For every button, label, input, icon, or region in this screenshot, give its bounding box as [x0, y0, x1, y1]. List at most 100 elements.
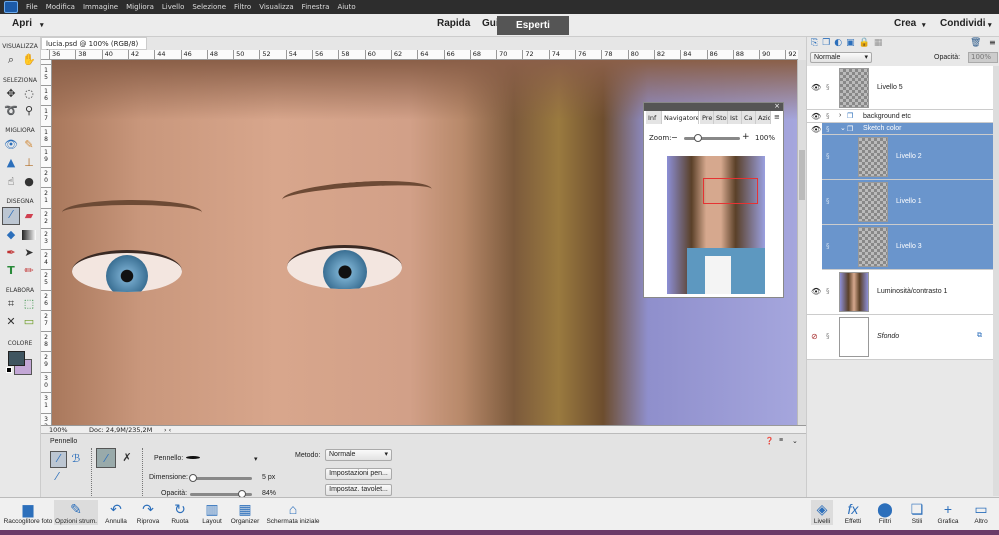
collapse-chevron-icon[interactable]: ⌄ — [840, 124, 846, 132]
blur-tool-icon[interactable]: ● — [22, 175, 36, 189]
panel-menu-icon[interactable]: ≡ — [989, 38, 996, 47]
layers-button[interactable]: ◈ Livelli — [811, 500, 833, 525]
styles-button[interactable]: ❏ Stili — [906, 500, 928, 525]
tab-preset[interactable]: Pre — [700, 111, 714, 124]
open-button[interactable]: Apri — [12, 18, 32, 29]
menu-livello[interactable]: Livello — [162, 3, 184, 11]
tab-info[interactable]: Inf — [646, 111, 662, 124]
help-icon[interactable]: ❓ — [765, 437, 774, 445]
size-slider[interactable] — [189, 474, 252, 482]
clone-stamp-icon[interactable]: ⊥ — [22, 156, 36, 170]
link-icon[interactable]: § — [826, 332, 830, 340]
quick-selection-icon[interactable]: ⚲ — [22, 104, 36, 118]
pen-settings-button[interactable]: Impostazioni pen... — [325, 468, 392, 480]
brush-preset-preview[interactable] — [186, 456, 200, 459]
layer-row-selected[interactable]: § Livello 3 — [822, 225, 993, 270]
move-tool-icon[interactable]: ✥ — [4, 87, 18, 101]
mode-select[interactable]: Normale ▾ — [325, 449, 392, 461]
lasso-tool-icon[interactable]: ➰ — [4, 104, 18, 118]
create-button[interactable]: Crea — [894, 18, 916, 29]
panel-titlebar[interactable]: × — [644, 102, 783, 111]
zoom-slider-knob[interactable] — [694, 134, 702, 142]
photo-bin-button[interactable]: ▆ Raccoglitore foto — [2, 500, 54, 525]
menu-aiuto[interactable]: Aiuto — [337, 3, 355, 11]
red-eye-tool-icon[interactable]: 👁 — [4, 138, 18, 152]
options-menu-icon[interactable]: ≡ — [779, 437, 783, 444]
link-icon[interactable]: § — [826, 197, 830, 205]
brush-dropdown-icon[interactable]: ▾ — [254, 455, 258, 463]
foreground-color-swatch[interactable] — [8, 351, 25, 366]
airbrush-icon[interactable]: ✗ — [120, 451, 134, 465]
open-dropdown-icon[interactable]: ▾ — [40, 21, 44, 29]
menu-finestra[interactable]: Finestra — [302, 3, 330, 11]
menu-selezione[interactable]: Selezione — [192, 3, 226, 11]
layout-button[interactable]: ▥ Layout — [198, 500, 226, 525]
visibility-eye-icon[interactable]: 👁 — [811, 112, 821, 121]
adjustment-layer-icon[interactable]: ◐ — [834, 38, 846, 48]
layer-row[interactable]: ⊘ § Sfondo ⧉ — [807, 315, 993, 360]
crop-tool-icon[interactable]: ⌗ — [4, 297, 18, 311]
hand-tool-icon[interactable]: ✋ — [22, 53, 36, 67]
color-replacement-icon[interactable]: ⁄ — [50, 470, 64, 484]
link-icon[interactable]: § — [826, 152, 830, 160]
smudge-tool-icon[interactable]: ☝ — [4, 175, 18, 189]
visibility-eye-icon[interactable]: 👁 — [811, 83, 821, 92]
new-layer-icon[interactable]: ⎘ — [811, 38, 822, 48]
navigator-view-rect[interactable] — [703, 178, 758, 204]
filters-button[interactable]: ⬤ Filtri — [874, 500, 896, 525]
content-aware-move-icon[interactable]: ✕ — [4, 315, 18, 329]
link-icon[interactable]: § — [826, 112, 830, 120]
tool-options-button[interactable]: ✎ Opzioni strum. — [54, 500, 98, 525]
link-icon[interactable]: § — [826, 287, 830, 295]
brush-tool-icon[interactable]: ⁄ — [2, 207, 20, 225]
layer-row-selected[interactable]: § ⌄ ❐ Sketch color — [822, 123, 993, 135]
eyedropper-icon[interactable]: ✒ — [4, 246, 18, 260]
straighten-tool-icon[interactable]: ▭ — [22, 315, 36, 329]
rotate-button[interactable]: ↻ Ruota — [168, 500, 192, 525]
eraser-tool-icon[interactable]: ▰ — [22, 209, 36, 223]
close-panel-icon[interactable]: × — [774, 102, 780, 110]
link-icon[interactable]: § — [826, 83, 830, 91]
link-icon[interactable]: § — [826, 242, 830, 250]
organizer-button[interactable]: ▦ Organizer — [229, 500, 261, 525]
brush-mode-icon[interactable]: ⁄ — [50, 451, 67, 468]
visibility-eye-icon[interactable]: 👁 — [811, 287, 821, 296]
zoom-tool-icon[interactable]: ⌕ — [4, 53, 18, 67]
size-slider-knob[interactable] — [189, 474, 197, 482]
panel-menu-icon[interactable]: ≡ — [774, 113, 780, 121]
scroll-thumb[interactable] — [799, 150, 805, 200]
hidden-eye-icon[interactable]: ⊘ — [811, 332, 818, 341]
custom-shape-icon[interactable]: ➤ — [22, 246, 36, 260]
layer-row-selected[interactable]: § Livello 2 — [822, 135, 993, 180]
new-group-icon[interactable]: ❐ — [822, 38, 834, 48]
graphics-button[interactable]: + Grafica — [935, 500, 961, 525]
tab-rapida[interactable]: Rapida — [437, 18, 470, 29]
tab-navigatore[interactable]: Navigatore — [662, 111, 699, 124]
menu-immagine[interactable]: Immagine — [83, 3, 118, 11]
airbrush-off-icon[interactable]: ⁄ — [96, 448, 116, 468]
navigator-zoom-slider[interactable] — [684, 134, 740, 142]
type-tool-icon[interactable]: T — [4, 264, 18, 278]
navigator-thumbnail[interactable] — [667, 156, 765, 294]
vertical-scrollbar[interactable] — [797, 60, 806, 425]
share-button[interactable]: Condividi — [940, 18, 986, 29]
effects-button[interactable]: fx Effetti — [842, 500, 864, 525]
create-dropdown-icon[interactable]: ▾ — [922, 21, 926, 29]
healing-brush-icon[interactable]: ✎ — [22, 138, 36, 152]
home-screen-button[interactable]: ⌂ Schermata iniziale — [263, 500, 323, 525]
menu-file[interactable]: File — [26, 3, 38, 11]
lock-icon[interactable]: 🔒 — [859, 38, 874, 48]
layer-row[interactable]: 👁 § › ❐ background etc — [807, 110, 993, 123]
gradient-tool-icon[interactable] — [22, 230, 36, 240]
redo-button[interactable]: ↷ Riprova — [134, 500, 162, 525]
layer-row-selected[interactable]: § Livello 1 — [822, 180, 993, 225]
sponge-tool-icon[interactable]: ▲ — [4, 156, 18, 170]
delete-layer-icon[interactable]: 🗑 — [970, 38, 981, 48]
recompose-tool-icon[interactable]: ⬚ — [22, 297, 36, 311]
share-dropdown-icon[interactable]: ▾ — [988, 21, 992, 29]
undo-button[interactable]: ↶ Annulla — [102, 500, 130, 525]
link-icon[interactable]: § — [826, 125, 830, 133]
marquee-tool-icon[interactable]: ◌ — [22, 87, 36, 101]
impressionist-brush-icon[interactable]: ℬ — [69, 452, 83, 466]
layer-opacity-input[interactable]: 100% — [968, 52, 998, 63]
